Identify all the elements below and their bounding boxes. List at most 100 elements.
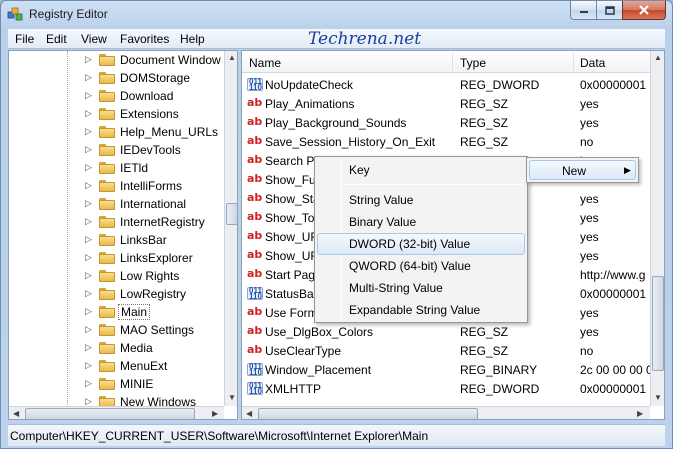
column-divider[interactable] xyxy=(452,53,453,71)
expand-icon[interactable]: ▷ xyxy=(85,253,93,262)
menu-favorites[interactable]: Favorites xyxy=(120,32,169,46)
expand-icon[interactable]: ▷ xyxy=(85,271,93,280)
value-name: Show_UR xyxy=(265,249,320,263)
menu-item-new[interactable]: New ▶ xyxy=(529,160,636,180)
menu-help[interactable]: Help xyxy=(180,32,205,46)
expand-icon[interactable]: ▷ xyxy=(85,307,93,316)
scroll-right-icon[interactable]: ▶ xyxy=(637,408,643,419)
scroll-right-icon[interactable]: ▶ xyxy=(212,408,218,419)
menu-item-multi-string-value[interactable]: Multi-String Value xyxy=(317,277,525,299)
value-row[interactable]: ab Save_Session_History_On_Exit REG_SZ no xyxy=(242,132,652,151)
menu-item-string-value[interactable]: String Value xyxy=(317,189,525,211)
expand-icon[interactable]: ▷ xyxy=(85,127,93,136)
value-row[interactable]: ab Play_Background_Sounds REG_SZ yes xyxy=(242,113,652,132)
tree-item[interactable]: ▷ LowRegistry xyxy=(9,285,224,303)
tree-item[interactable]: ▷ IntelliForms xyxy=(9,177,224,195)
tree-item[interactable]: ▷ IEDevTools xyxy=(9,141,224,159)
expand-icon[interactable]: ▷ xyxy=(85,325,93,334)
tree-item[interactable]: ▷ Document Window xyxy=(9,51,224,69)
expand-icon[interactable]: ▷ xyxy=(85,109,93,118)
menu-item-qword-value[interactable]: QWORD (64-bit) Value xyxy=(317,255,525,277)
expand-icon[interactable]: ▷ xyxy=(85,55,93,64)
scroll-down-icon[interactable]: ▼ xyxy=(228,392,236,404)
scroll-up-icon[interactable]: ▲ xyxy=(654,52,662,64)
menu-item-key[interactable]: Key xyxy=(317,159,525,181)
title-bar[interactable]: Registry Editor xyxy=(1,1,672,29)
registry-editor-window: Registry Editor File Edit View Favorites… xyxy=(0,0,673,449)
value-data: yes xyxy=(580,249,599,263)
column-type[interactable]: Type xyxy=(460,56,486,70)
tree-item[interactable]: ▷ Help_Menu_URLs xyxy=(9,123,224,141)
list-vertical-scrollbar[interactable]: ▲ ▼ xyxy=(650,51,664,406)
scroll-left-icon[interactable]: ◀ xyxy=(13,408,19,419)
expand-icon[interactable]: ▷ xyxy=(85,289,93,298)
tree-item[interactable]: ▷ Main xyxy=(9,303,224,321)
menu-edit[interactable]: Edit xyxy=(46,32,67,46)
list-scroll-thumb[interactable] xyxy=(652,276,664,371)
key-tree-pane[interactable]: ▷ Document Window ▷ DOMStorage ▷ Download ▷ Ext… xyxy=(8,50,238,420)
status-path: Computer\HKEY_CURRENT_USER\Software\Micr… xyxy=(10,429,429,443)
folder-icon xyxy=(99,54,115,66)
tree-item[interactable]: ▷ InternetRegistry xyxy=(9,213,224,231)
expand-icon[interactable]: ▷ xyxy=(85,217,93,226)
column-name[interactable]: Name xyxy=(249,56,281,70)
list-hscroll-thumb[interactable] xyxy=(258,408,478,419)
column-divider[interactable] xyxy=(573,53,574,71)
tree-item[interactable]: ▷ Download xyxy=(9,87,224,105)
string-value-icon: ab xyxy=(247,172,263,185)
list-horizontal-scrollbar[interactable]: ◀ ▶ xyxy=(242,406,650,419)
expand-icon[interactable]: ▷ xyxy=(85,181,93,190)
string-value-icon: ab xyxy=(247,210,263,223)
expand-icon[interactable]: ▷ xyxy=(85,145,93,154)
value-row[interactable]: 011 110 NoUpdateCheck REG_DWORD 0x00000001 (… xyxy=(242,75,660,94)
tree-vertical-scrollbar[interactable]: ▲ ▼ xyxy=(224,51,237,406)
expand-icon[interactable]: ▷ xyxy=(85,91,93,100)
minimize-button[interactable] xyxy=(570,1,596,20)
scroll-up-icon[interactable]: ▲ xyxy=(228,52,236,64)
submenu-arrow-icon: ▶ xyxy=(624,165,631,175)
tree-horizontal-scrollbar[interactable]: ◀ ▶ xyxy=(9,406,224,419)
tree-item[interactable]: ▷ LinksBar xyxy=(9,231,224,249)
scroll-down-icon[interactable]: ▼ xyxy=(654,392,662,404)
tree-item[interactable]: ▷ DOMStorage xyxy=(9,69,224,87)
tree-item[interactable]: ▷ International xyxy=(9,195,224,213)
expand-icon[interactable]: ▷ xyxy=(85,163,93,172)
tree-item[interactable]: ▷ Media xyxy=(9,339,224,357)
tree-item-label: DOMStorage xyxy=(120,71,191,85)
menu-view[interactable]: View xyxy=(81,32,107,46)
tree-hscroll-thumb[interactable] xyxy=(25,408,195,419)
value-row[interactable]: 011 110 Window_Placement REG_BINARY 2c 00 00… xyxy=(242,360,659,379)
value-row[interactable]: 011 110 XMLHTTP REG_DWORD 0x00000001 (1 xyxy=(242,379,660,398)
expand-icon[interactable]: ▷ xyxy=(85,379,93,388)
menu-item-expandable-string-value[interactable]: Expandable String Value xyxy=(317,299,525,321)
expand-icon[interactable]: ▷ xyxy=(85,235,93,244)
folder-icon xyxy=(99,144,115,156)
menu-item-binary-value[interactable]: Binary Value xyxy=(317,211,525,233)
tree-item[interactable]: ▷ Low Rights xyxy=(9,267,224,285)
tree-scroll-thumb[interactable] xyxy=(226,203,237,225)
expand-icon[interactable]: ▷ xyxy=(85,199,93,208)
tree-item[interactable]: ▷ LinksExplorer xyxy=(9,249,224,267)
tree-item[interactable]: ▷ Extensions xyxy=(9,105,224,123)
expand-icon[interactable]: ▷ xyxy=(85,361,93,370)
maximize-button[interactable] xyxy=(596,1,622,20)
tree-item[interactable]: ▷ MINIE xyxy=(9,375,224,393)
expand-icon[interactable]: ▷ xyxy=(85,397,93,406)
registry-editor-icon xyxy=(7,7,23,21)
tree-item[interactable]: ▷ MenuExt xyxy=(9,357,224,375)
tree-item[interactable]: ▷ IETld xyxy=(9,159,224,177)
value-row[interactable]: ab UseClearType REG_SZ no xyxy=(242,341,652,360)
close-button[interactable] xyxy=(622,1,666,20)
expand-icon[interactable]: ▷ xyxy=(85,343,93,352)
scroll-left-icon[interactable]: ◀ xyxy=(246,408,252,419)
string-value-icon: ab xyxy=(247,191,263,204)
folder-icon xyxy=(99,360,115,372)
column-data[interactable]: Data xyxy=(580,56,605,70)
value-row[interactable]: ab Play_Animations REG_SZ yes xyxy=(242,94,652,113)
menu-file[interactable]: File xyxy=(15,32,34,46)
value-row[interactable]: ab Use_DlgBox_Colors REG_SZ yes xyxy=(242,322,652,341)
expand-icon[interactable]: ▷ xyxy=(85,73,93,82)
tree-item[interactable]: ▷ MAO Settings xyxy=(9,321,224,339)
tree-item-label: LinksBar xyxy=(120,233,167,247)
menu-item-dword-value[interactable]: DWORD (32-bit) Value xyxy=(317,233,525,255)
